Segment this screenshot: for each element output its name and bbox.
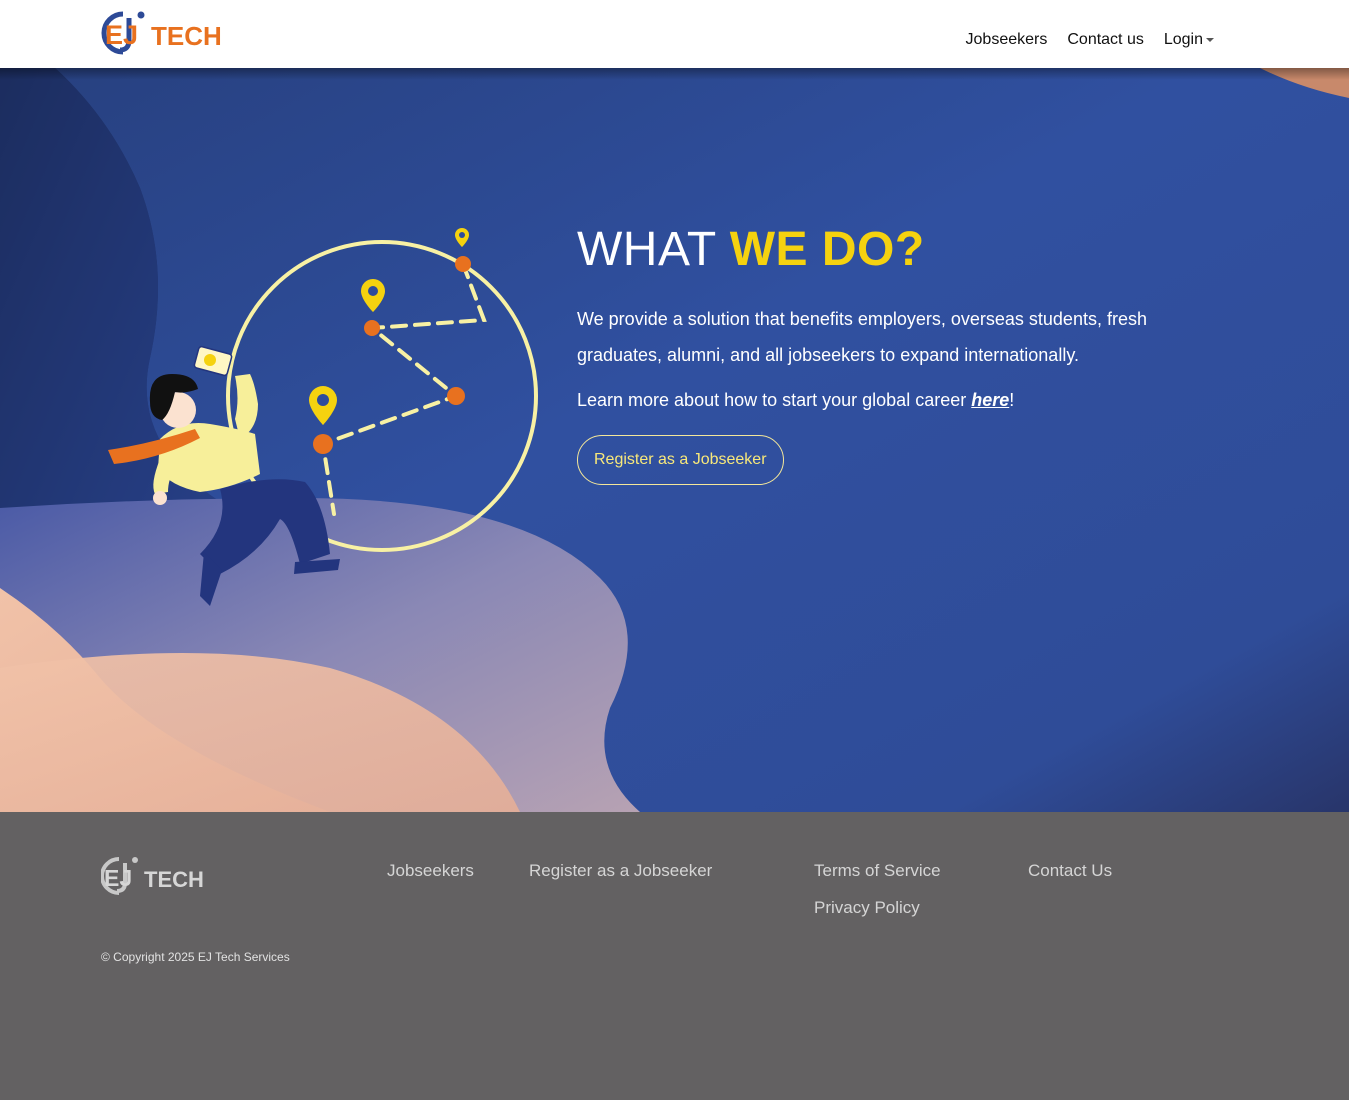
learn-more-link[interactable]: here (971, 390, 1009, 410)
footer-link-contact[interactable]: Contact Us (1028, 861, 1112, 881)
footer-link-privacy[interactable]: Privacy Policy (814, 898, 920, 918)
footer-link-jobseekers[interactable]: Jobseekers (387, 861, 474, 881)
hero-title-plain: WHAT (577, 223, 730, 276)
nav-contact-us[interactable]: Contact us (1067, 31, 1143, 49)
nav-jobseekers[interactable]: Jobseekers (966, 31, 1048, 49)
copyright-text: © Copyright 2025 EJ Tech Services (101, 950, 290, 964)
svg-text:EJ: EJ (104, 865, 132, 891)
hero-content: WHAT WE DO? We provide a solution that b… (577, 223, 1177, 485)
nav-login-dropdown[interactable]: Login (1164, 31, 1214, 49)
nav-login-label: Login (1163, 31, 1203, 48)
svg-text:EJ: EJ (105, 20, 138, 50)
learn-more-prefix: Learn more about how to start your globa… (577, 390, 972, 410)
career-illustration (108, 228, 538, 606)
navbar: EJ TECH Jobseekers Contact us Login (0, 0, 1349, 68)
register-jobseeker-button[interactable]: Register as a Jobseeker (577, 435, 784, 485)
jobseeker-figure (108, 345, 340, 606)
caret-down-icon (1206, 37, 1214, 42)
location-pin-icon (309, 386, 337, 425)
hero-title-accent: WE DO? (729, 223, 925, 276)
location-pin-icon (455, 228, 469, 247)
hero-section: WHAT WE DO? We provide a solution that b… (0, 68, 1349, 812)
hero-title: WHAT WE DO? (577, 223, 1177, 277)
footer-logo[interactable]: EJ TECH (100, 856, 205, 896)
header-shadow (0, 68, 1349, 80)
svg-text:TECH: TECH (144, 867, 204, 892)
brand-logo[interactable]: EJ TECH (101, 10, 222, 56)
learn-more-suffix: ! (1009, 390, 1015, 410)
main-nav: Jobseekers Contact us Login (966, 31, 1214, 49)
footer: EJ TECH Jobseekers Register as a Jobseek… (0, 812, 1349, 1100)
footer-link-register[interactable]: Register as a Jobseeker (529, 861, 712, 881)
logo-wordmark: TECH (151, 21, 221, 51)
location-pin-icon (361, 279, 385, 312)
hero-learn-more: Learn more about how to start your globa… (577, 387, 1177, 413)
logo-ej-mark: EJ (101, 11, 145, 55)
footer-link-terms[interactable]: Terms of Service (814, 861, 941, 881)
hero-description: We provide a solution that benefits empl… (577, 309, 1147, 365)
